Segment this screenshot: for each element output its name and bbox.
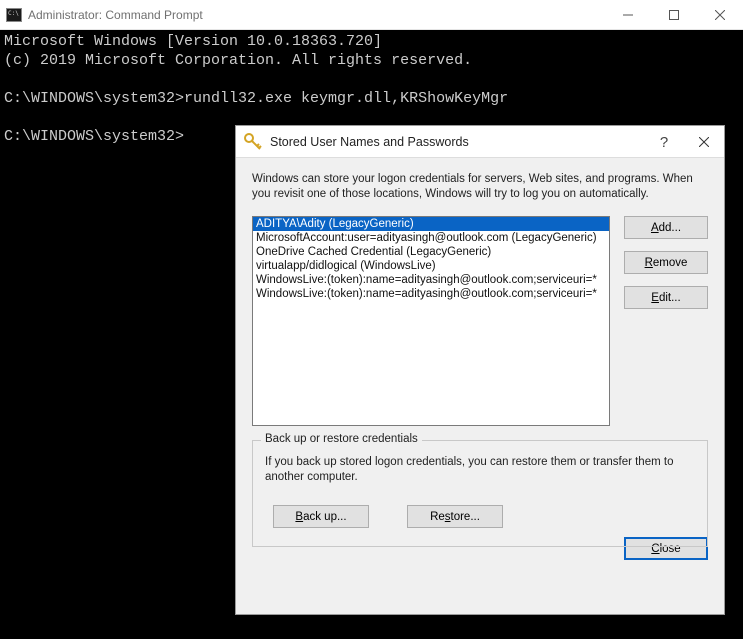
credential-item[interactable]: virtualapp/didlogical (WindowsLive) [253,259,609,273]
backup-button[interactable]: Back up... [273,505,369,528]
cmd-titlebar[interactable]: Administrator: Command Prompt [0,0,743,30]
cmd-icon [6,8,22,22]
minimize-button[interactable] [605,0,651,30]
edit-button[interactable]: Edit... [624,286,708,309]
dialog-title: Stored User Names and Passwords [270,135,469,149]
backup-restore-group: Back up or restore credentials If you ba… [252,440,708,547]
remove-button[interactable]: Remove [624,251,708,274]
credentials-listbox[interactable]: ADITYA\Adity (LegacyGeneric)MicrosoftAcc… [252,216,610,426]
groupbox-description: If you back up stored logon credentials,… [265,455,695,485]
credential-item[interactable]: WindowsLive:(token):name=adityasingh@out… [253,287,609,301]
stored-credentials-dialog: Stored User Names and Passwords ? Window… [235,125,725,615]
cmd-title: Administrator: Command Prompt [28,8,203,22]
key-icon [244,133,262,151]
close-button[interactable] [697,0,743,30]
dialog-close-button[interactable] [684,126,724,158]
restore-button[interactable]: Restore... [407,505,503,528]
dialog-titlebar[interactable]: Stored User Names and Passwords ? [236,126,724,158]
credential-item[interactable]: MicrosoftAccount:user=adityasingh@outloo… [253,231,609,245]
maximize-button[interactable] [651,0,697,30]
groupbox-legend: Back up or restore credentials [261,433,422,445]
credential-item[interactable]: OneDrive Cached Credential (LegacyGeneri… [253,245,609,259]
help-button[interactable]: ? [644,126,684,158]
dialog-description: Windows can store your logon credentials… [252,172,708,202]
credential-item[interactable]: WindowsLive:(token):name=adityasingh@out… [253,273,609,287]
credential-item[interactable]: ADITYA\Adity (LegacyGeneric) [253,217,609,231]
add-button[interactable]: Add... [624,216,708,239]
